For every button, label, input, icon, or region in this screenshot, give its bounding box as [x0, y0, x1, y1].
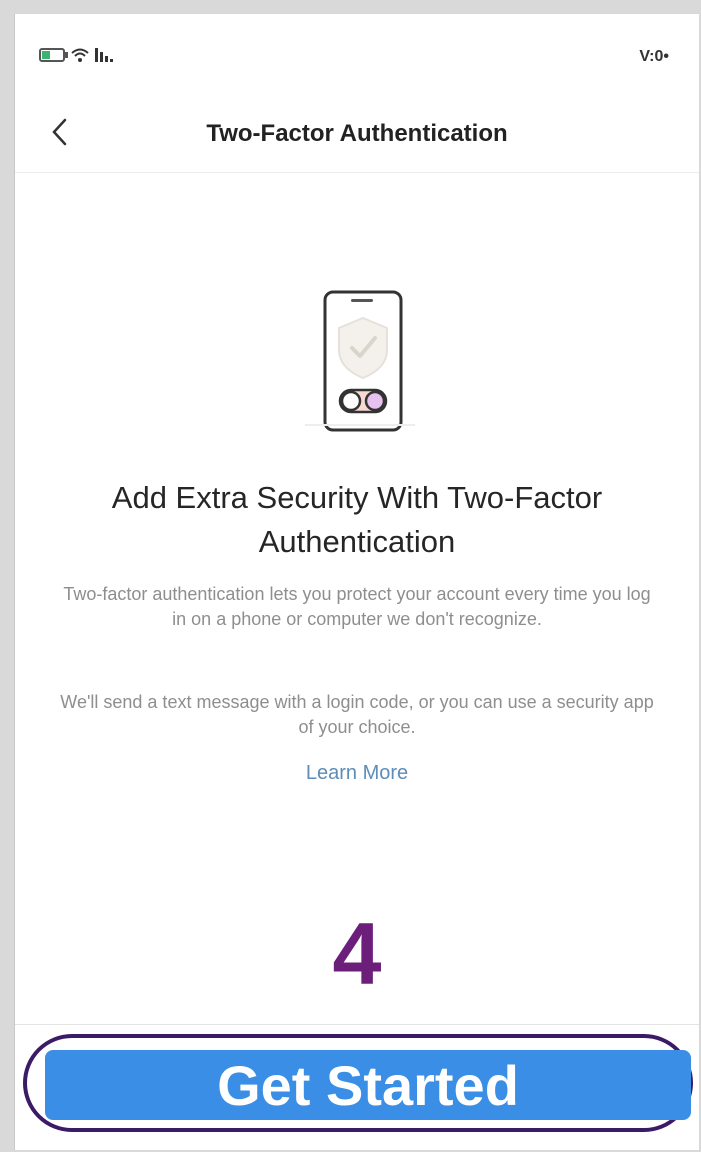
description-paragraph: We'll send a text message with a login c… — [60, 692, 654, 737]
phone-screen: V:0• Two-Factor Authentication Add Extra… — [14, 14, 699, 1150]
get-started-button[interactable]: Get Started — [45, 1050, 691, 1120]
description-paragraph: Two-factor authentication lets you prote… — [63, 584, 651, 629]
divider — [15, 1024, 699, 1025]
learn-more-link[interactable]: Learn More — [15, 762, 699, 785]
status-icons — [39, 48, 117, 62]
step-annotation: 4 — [332, 904, 382, 1003]
battery-icon — [39, 48, 68, 62]
phone-shield-illustration — [305, 290, 415, 432]
page-title: Two-Factor Authentication — [206, 120, 508, 147]
navigation-bar: Two-Factor Authentication — [15, 94, 699, 173]
wifi-icon — [71, 48, 89, 62]
status-time: V:0• — [639, 48, 669, 65]
signal-icon — [95, 48, 113, 62]
section-heading: Add Extra Security With Two-Factor Authe… — [111, 480, 603, 559]
status-bar: V:0• — [15, 14, 699, 94]
